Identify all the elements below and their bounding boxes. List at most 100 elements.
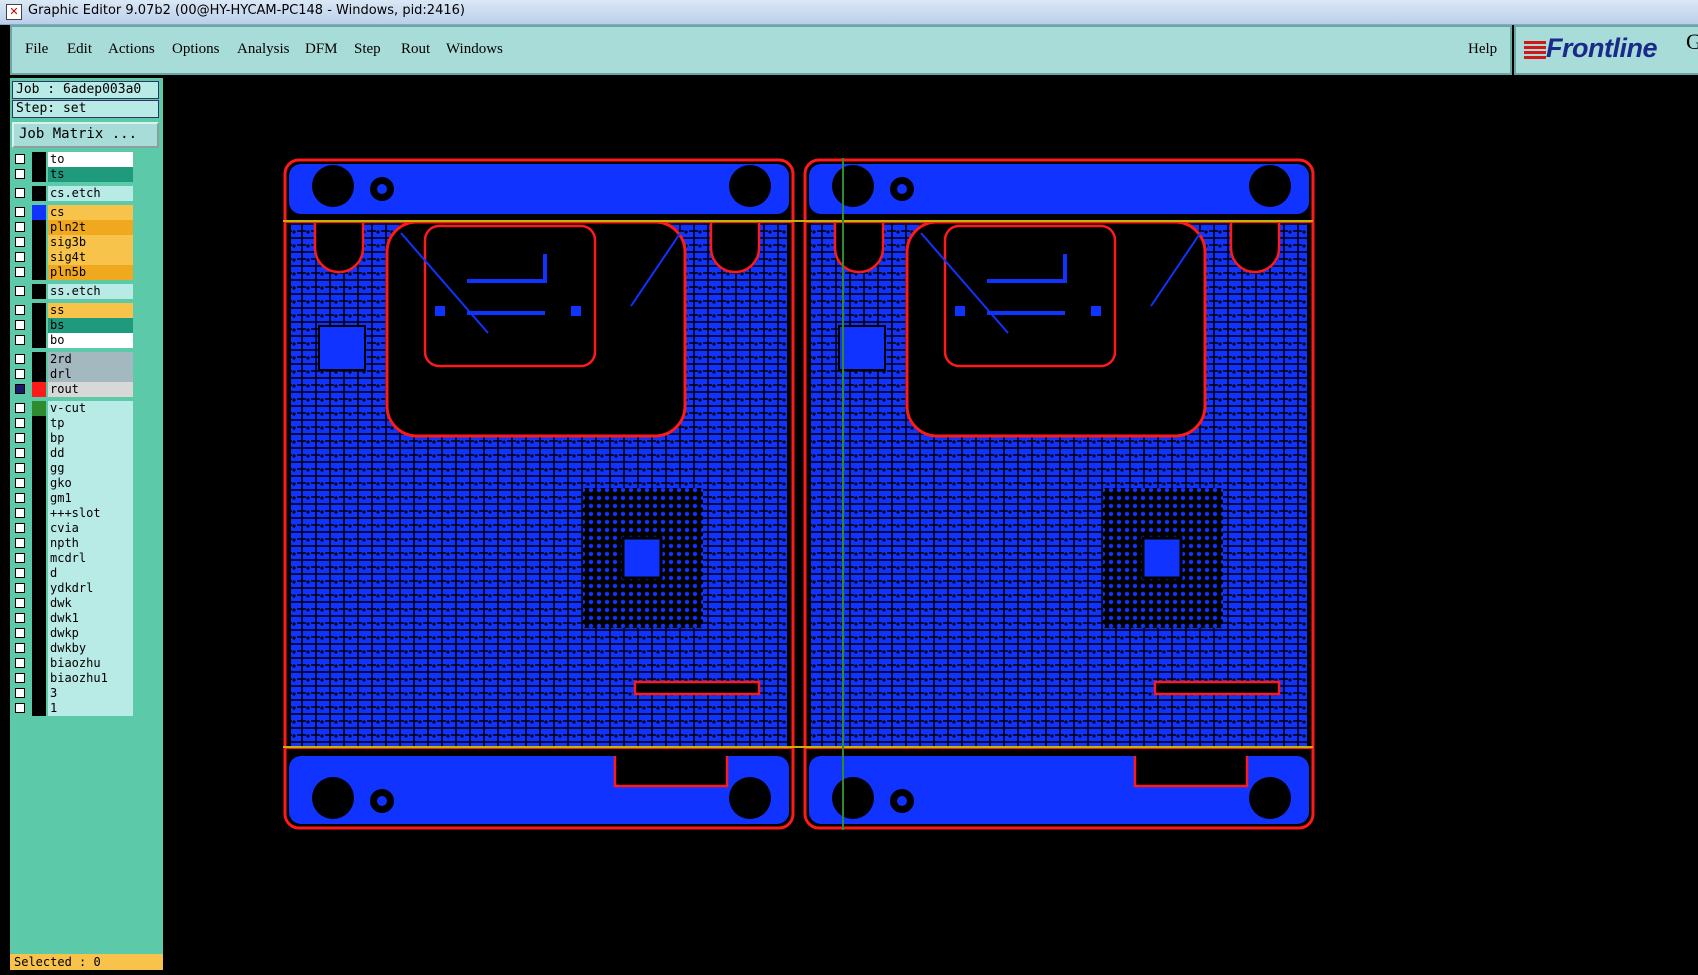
layer-color-swatch[interactable] bbox=[32, 476, 46, 491]
layer-color-swatch[interactable] bbox=[32, 220, 46, 235]
menu-windows[interactable]: Windows bbox=[446, 41, 503, 58]
layer-color-swatch[interactable] bbox=[32, 205, 46, 220]
layer-name[interactable]: gg bbox=[48, 461, 133, 476]
layer-row-gko[interactable]: gko bbox=[12, 476, 134, 491]
layer-color-swatch[interactable] bbox=[32, 401, 46, 416]
layer-name[interactable]: gko bbox=[48, 476, 133, 491]
layer-checkbox[interactable] bbox=[15, 267, 25, 277]
layer-checkbox[interactable] bbox=[15, 703, 25, 713]
layer-name[interactable]: tp bbox=[48, 416, 133, 431]
layer-row-v-cut[interactable]: v-cut bbox=[12, 401, 134, 416]
pcb-view[interactable] bbox=[163, 78, 1698, 970]
layer-checkbox[interactable] bbox=[15, 643, 25, 653]
layer-color-swatch[interactable] bbox=[32, 581, 46, 596]
layer-row-dwkby[interactable]: dwkby bbox=[12, 641, 134, 656]
layer-row-dd[interactable]: dd bbox=[12, 446, 134, 461]
layer-color-swatch[interactable] bbox=[32, 352, 46, 367]
layer-row-biaozhu[interactable]: biaozhu bbox=[12, 656, 134, 671]
menu-options[interactable]: Options bbox=[172, 41, 220, 58]
layer-checkbox[interactable] bbox=[15, 568, 25, 578]
menu-file[interactable]: File bbox=[25, 41, 48, 58]
layer-checkbox[interactable] bbox=[15, 583, 25, 593]
layer-row-cs-etch[interactable]: cs.etch bbox=[12, 186, 134, 201]
layer-color-swatch[interactable] bbox=[32, 701, 46, 716]
layer-name[interactable]: sig4t bbox=[48, 250, 133, 265]
layer-name[interactable]: dwkby bbox=[48, 641, 133, 656]
layer-name[interactable]: npth bbox=[48, 536, 133, 551]
layer-checkbox[interactable] bbox=[15, 169, 25, 179]
layer-row-ydkdrl[interactable]: ydkdrl bbox=[12, 581, 134, 596]
layer-checkbox[interactable] bbox=[15, 418, 25, 428]
layer-row-ss-etch[interactable]: ss.etch bbox=[12, 284, 134, 299]
layer-color-swatch[interactable] bbox=[32, 536, 46, 551]
layer-checkbox[interactable] bbox=[15, 658, 25, 668]
layer-row-pln5b[interactable]: pln5b bbox=[12, 265, 134, 280]
layer-row-2rd[interactable]: 2rd bbox=[12, 352, 134, 367]
layer-checkbox[interactable] bbox=[15, 286, 25, 296]
layer-color-swatch[interactable] bbox=[32, 446, 46, 461]
layer-checkbox[interactable] bbox=[15, 523, 25, 533]
layer-name[interactable]: to bbox=[48, 152, 133, 167]
layer-name[interactable]: v-cut bbox=[48, 401, 133, 416]
layer-name[interactable]: ts bbox=[48, 167, 133, 182]
layer-checkbox[interactable] bbox=[15, 448, 25, 458]
layer-color-swatch[interactable] bbox=[32, 596, 46, 611]
layer-name[interactable]: bo bbox=[48, 333, 133, 348]
layer-name[interactable]: rout bbox=[48, 382, 133, 397]
layer-name[interactable]: biaozhu bbox=[48, 656, 133, 671]
layer-name[interactable]: bs bbox=[48, 318, 133, 333]
layer-color-swatch[interactable] bbox=[32, 152, 46, 167]
layer-row-bp[interactable]: bp bbox=[12, 431, 134, 446]
layer-checkbox[interactable] bbox=[15, 403, 25, 413]
layer-name[interactable]: ydkdrl bbox=[48, 581, 133, 596]
layer-name[interactable]: bp bbox=[48, 431, 133, 446]
layer-name[interactable]: d bbox=[48, 566, 133, 581]
layer-color-swatch[interactable] bbox=[32, 626, 46, 641]
layer-color-swatch[interactable] bbox=[32, 318, 46, 333]
layer-name[interactable]: pln5b bbox=[48, 265, 133, 280]
layer-color-swatch[interactable] bbox=[32, 333, 46, 348]
layer-color-swatch[interactable] bbox=[32, 521, 46, 536]
layer-name[interactable]: cs bbox=[48, 205, 133, 220]
layer-name[interactable]: sig3b bbox=[48, 235, 133, 250]
layer-name[interactable]: drl bbox=[48, 367, 133, 382]
layer-row-cvia[interactable]: cvia bbox=[12, 521, 134, 536]
layer-row-tp[interactable]: tp bbox=[12, 416, 134, 431]
layer-name[interactable]: gm1 bbox=[48, 491, 133, 506]
layer-row-bs[interactable]: bs bbox=[12, 318, 134, 333]
layer-color-swatch[interactable] bbox=[32, 250, 46, 265]
layer-row--slot[interactable]: +++slot bbox=[12, 506, 134, 521]
layer-checkbox[interactable] bbox=[15, 493, 25, 503]
layer-checkbox[interactable] bbox=[15, 553, 25, 563]
layer-color-swatch[interactable] bbox=[32, 265, 46, 280]
layer-row-dwkp[interactable]: dwkp bbox=[12, 626, 134, 641]
layer-row-pln2t[interactable]: pln2t bbox=[12, 220, 134, 235]
layer-row-mcdrl[interactable]: mcdrl bbox=[12, 551, 134, 566]
menu-edit[interactable]: Edit bbox=[67, 41, 92, 58]
layer-name[interactable]: cs.etch bbox=[48, 186, 133, 201]
layer-row-cs[interactable]: cs bbox=[12, 205, 134, 220]
layer-row-gm1[interactable]: gm1 bbox=[12, 491, 134, 506]
layer-row-sig4t[interactable]: sig4t bbox=[12, 250, 134, 265]
layer-row-rout[interactable]: rout bbox=[12, 382, 134, 397]
layer-row-drl[interactable]: drl bbox=[12, 367, 134, 382]
layer-name[interactable]: 2rd bbox=[48, 352, 133, 367]
layer-checkbox[interactable] bbox=[15, 538, 25, 548]
layer-color-swatch[interactable] bbox=[32, 461, 46, 476]
layer-name[interactable]: +++slot bbox=[48, 506, 133, 521]
layer-name[interactable]: biaozhu1 bbox=[48, 671, 133, 686]
menu-analysis[interactable]: Analysis bbox=[237, 41, 290, 58]
layer-checkbox[interactable] bbox=[15, 305, 25, 315]
layer-row-bo[interactable]: bo bbox=[12, 333, 134, 348]
layer-name[interactable]: ss bbox=[48, 303, 133, 318]
layer-row-dwk[interactable]: dwk bbox=[12, 596, 134, 611]
layer-color-swatch[interactable] bbox=[32, 431, 46, 446]
layer-checkbox[interactable] bbox=[15, 207, 25, 217]
layer-checkbox[interactable] bbox=[15, 320, 25, 330]
layer-checkbox[interactable] bbox=[15, 335, 25, 345]
layer-color-swatch[interactable] bbox=[32, 611, 46, 626]
menu-dfm[interactable]: DFM bbox=[305, 41, 338, 58]
layer-name[interactable]: mcdrl bbox=[48, 551, 133, 566]
layer-name[interactable]: pln2t bbox=[48, 220, 133, 235]
layer-row-sig3b[interactable]: sig3b bbox=[12, 235, 134, 250]
